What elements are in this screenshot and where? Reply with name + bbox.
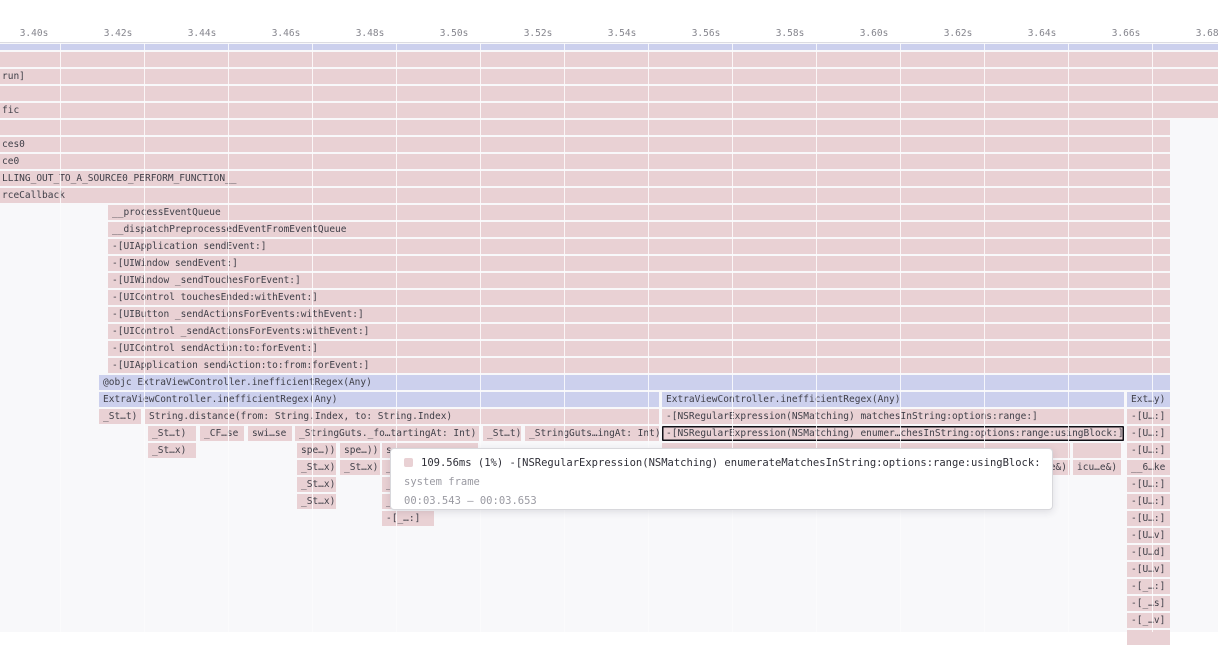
stack-frame[interactable] <box>0 52 1218 67</box>
stack-frame[interactable]: -[UIControl sendAction:to:forEvent:] <box>108 341 1170 356</box>
stack-frame[interactable]: Ext…y) <box>1127 392 1170 407</box>
gridline <box>396 43 397 632</box>
time-tick-label: 3.64s <box>1028 28 1057 39</box>
time-tick-label: 3.62s <box>944 28 973 39</box>
stack-frame[interactable]: -[U…:] <box>1127 443 1170 458</box>
time-ruler[interactable]: 3.40s 3.42s 3.44s 3.46s 3.48s 3.50s 3.52s 3.54s… <box>0 0 1218 43</box>
tooltip-frame-kind: system frame <box>404 473 1039 492</box>
gridline <box>228 43 229 632</box>
stack-frame[interactable]: _St…t) <box>148 426 196 441</box>
stack-frame[interactable]: __processEventQueue <box>108 205 1170 220</box>
stack-frame[interactable]: swi…se <box>248 426 292 441</box>
stack-frame[interactable]: __dispatchPreprocessedEventFromEventQueu… <box>108 222 1170 237</box>
time-profiler-flame-chart: { "ruler": { "tick_interval_s": 0.02, "l… <box>0 0 1218 632</box>
stack-frame[interactable]: -[UIApplication sendAction:to:from:forEv… <box>108 358 1170 373</box>
time-tick-label: 3.48s <box>356 28 385 39</box>
gridline <box>480 43 481 632</box>
stack-frame[interactable]: -[_…v] <box>1127 613 1170 628</box>
time-tick-label: 3.44s <box>188 28 217 39</box>
stack-frame[interactable]: ce0 <box>0 154 1170 169</box>
stack-frame[interactable]: -[UIApplication sendEvent:] <box>108 239 1170 254</box>
stack-frame[interactable]: -[U…v] <box>1127 528 1170 543</box>
gridline <box>816 43 817 632</box>
time-tick-label: 3.68s <box>1196 28 1218 39</box>
time-tick-label: 3.56s <box>692 28 721 39</box>
stack-frame[interactable]: -[U…:] <box>1127 494 1170 509</box>
stack-frame[interactable]: -[_…:] <box>1127 579 1170 594</box>
stack-frame[interactable]: -[U…v] <box>1127 562 1170 577</box>
stack-frame[interactable]: -[UIButton _sendActionsForEvents:withEve… <box>108 307 1170 322</box>
stack-frame[interactable]: _St…x) <box>297 460 336 475</box>
stack-frame[interactable]: String.distance(from: String.Index, to: … <box>145 409 659 424</box>
stack-frame[interactable]: rceCallback <box>0 188 1170 203</box>
tooltip-duration-and-symbol: 109.56ms (1%) -[NSRegularExpression(NSMa… <box>421 457 1039 469</box>
time-tick-label: 3.52s <box>524 28 553 39</box>
stack-frame[interactable]: -[UIControl _sendActionsForEvents:withEv… <box>108 324 1170 339</box>
gridline <box>900 43 901 632</box>
tooltip-summary-line: 109.56ms (1%) -[NSRegularExpression(NSMa… <box>404 454 1039 473</box>
gridline <box>60 43 61 632</box>
gridline <box>984 43 985 632</box>
time-tick-label: 3.54s <box>608 28 637 39</box>
stack-frame[interactable]: -[UIControl touchesEnded:withEvent:] <box>108 290 1170 305</box>
stack-frame[interactable] <box>0 86 1218 101</box>
stack-frame[interactable]: _St…t) <box>483 426 521 441</box>
stack-frame[interactable]: _St…x) <box>297 494 336 509</box>
stack-frame[interactable]: -[U…d] <box>1127 545 1170 560</box>
stack-frame[interactable] <box>1127 630 1170 645</box>
time-tick-label: 3.46s <box>272 28 301 39</box>
stack-frame[interactable] <box>1073 443 1121 458</box>
time-tick-label: 3.42s <box>104 28 133 39</box>
gridline <box>312 43 313 632</box>
stack-frame[interactable]: icu…e&) <box>1073 460 1121 475</box>
tooltip-time-range: 00:03.543 — 00:03.653 <box>404 492 1039 511</box>
stack-frame[interactable]: -[_…s] <box>1127 596 1170 611</box>
stack-frame[interactable]: run] <box>0 69 1218 84</box>
stack-frame[interactable] <box>0 120 1170 135</box>
gridline <box>564 43 565 632</box>
stack-frame[interactable]: -[_…:] <box>382 511 434 526</box>
stack-frame[interactable]: spe…)) <box>340 443 380 458</box>
stack-frame[interactable]: ExtraViewController.inefficientRegex(Any… <box>99 392 659 407</box>
stack-frame[interactable] <box>0 44 1218 50</box>
stack-frame[interactable]: ces0 <box>0 137 1170 152</box>
stack-frame[interactable]: -[U…:] <box>1127 511 1170 526</box>
stack-frame[interactable]: _St…t) <box>99 409 141 424</box>
time-tick-label: 3.60s <box>860 28 889 39</box>
stack-frame[interactable]: spe…)) <box>297 443 336 458</box>
time-tick-label: 3.40s <box>20 28 49 39</box>
stack-frame[interactable]: _St…x) <box>148 443 196 458</box>
frame-tooltip: 109.56ms (1%) -[NSRegularExpression(NSMa… <box>390 448 1053 510</box>
gridline <box>1152 43 1153 632</box>
stack-frame[interactable]: _StringGuts._fo…tartingAt: Int) <box>295 426 479 441</box>
stack-frame[interactable]: -[U…:] <box>1127 477 1170 492</box>
category-color-swatch <box>404 458 413 467</box>
stack-frame[interactable]: __6…ke <box>1127 460 1170 475</box>
time-tick-label: 3.66s <box>1112 28 1141 39</box>
stack-frame[interactable]: -[UIWindow sendEvent:] <box>108 256 1170 271</box>
stack-frame[interactable]: fic <box>0 103 1218 118</box>
stack-frame[interactable]: _StringGuts…ingAt: Int) <box>525 426 659 441</box>
stack-frame[interactable]: @objc ExtraViewController.inefficientReg… <box>99 375 1170 390</box>
stack-frame[interactable]: -[U…:] <box>1127 426 1170 441</box>
stack-frame[interactable]: _St…x) <box>297 477 336 492</box>
gridline <box>732 43 733 632</box>
stack-frame[interactable]: -[U…:] <box>1127 409 1170 424</box>
gridline <box>1068 43 1069 632</box>
gridline <box>144 43 145 632</box>
flame-graph-canvas[interactable]: run] fic ces0 ce0 LLING_OUT_TO_A_SOURCE0_PER… <box>0 43 1218 632</box>
time-tick-label: 3.50s <box>440 28 469 39</box>
time-tick-label: 3.58s <box>776 28 805 39</box>
stack-frame[interactable]: -[UIWindow _sendTouchesForEvent:] <box>108 273 1170 288</box>
stack-frame[interactable]: _CF…se <box>200 426 244 441</box>
stack-frame[interactable]: _St…x) <box>340 460 380 475</box>
stack-frame[interactable]: LLING_OUT_TO_A_SOURCE0_PERFORM_FUNCTION_… <box>0 171 1170 186</box>
gridline <box>648 43 649 632</box>
